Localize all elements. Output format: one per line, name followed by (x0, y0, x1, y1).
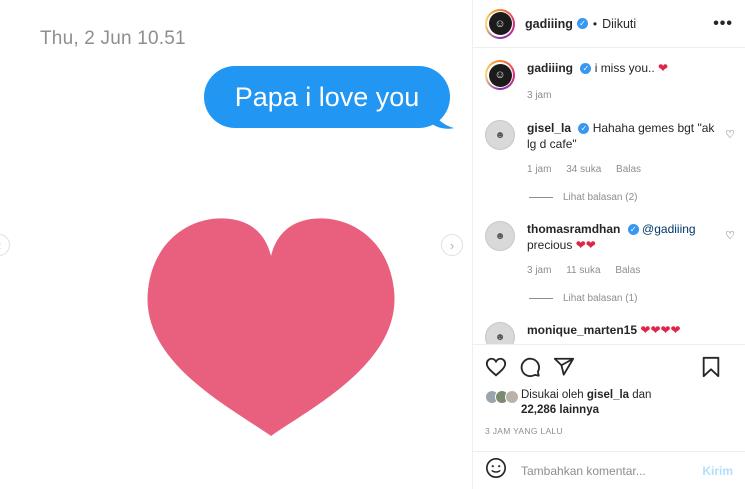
verified-icon: ✓ (576, 18, 588, 29)
comment-likes[interactable]: 34 suka (566, 164, 601, 175)
message-timestamp: Thu, 2 Jun 10.51 (40, 28, 186, 49)
likes-suffix: dan (632, 389, 652, 401)
separator-dot: • (592, 16, 598, 31)
verified-icon: ✓ (627, 224, 639, 236)
liker-avatars[interactable] (485, 390, 519, 404)
comment-likes[interactable]: 11 suka (566, 265, 600, 276)
action-bar (473, 344, 745, 388)
like-icon[interactable] (485, 356, 507, 378)
heart-emoji-icon: ❤ (658, 61, 669, 75)
comments-list[interactable]: ☺ gadiiing ✓ i miss you.. ❤ 3 jam ☻ gise… (473, 49, 745, 344)
comment-item: ☻ monique_marten15 ❤❤❤❤ (473, 322, 745, 344)
caption-time: 3 jam (527, 90, 552, 101)
next-button[interactable]: › (441, 234, 463, 256)
comment-time: 1 jam (527, 164, 552, 175)
reply-button[interactable]: Balas (615, 265, 640, 276)
post-header: ☺ gadiiing ✓ • Diikuti ••• (473, 0, 745, 48)
likes-summary: Disukai oleh gisel_la dan 22,286 lainnya (485, 388, 651, 418)
caption: ☺ gadiiing ✓ i miss you.. ❤ 3 jam (473, 49, 745, 104)
post-side-panel: ☺ gadiiing ✓ • Diikuti ••• ☺ gadiiing ✓ … (472, 0, 745, 489)
heart-emoji-icon: ❤❤ (575, 238, 596, 252)
likes-count[interactable]: 22,286 lainnya (521, 404, 599, 416)
caption-text: i miss you.. (594, 61, 655, 75)
comment-heart-icon[interactable]: ♡ (725, 128, 735, 141)
view-replies[interactable]: Lihat balasan (2) (529, 192, 745, 203)
avatar[interactable]: ☺ (485, 8, 515, 39)
view-replies[interactable]: Lihat balasan (1) (529, 293, 745, 304)
comment-username[interactable]: monique_marten15 (527, 323, 637, 337)
view-replies-label[interactable]: Lihat balasan (1) (563, 293, 638, 304)
commenter-avatar[interactable]: ☻ (485, 221, 515, 251)
add-comment-bar: Tambahkan komentar... Kirim (473, 451, 745, 489)
heart-emoji (147, 218, 395, 436)
post-date[interactable]: 3 JAM YANG LALU (485, 426, 563, 436)
bookmark-icon[interactable] (701, 356, 721, 378)
bubble-tail (430, 104, 454, 129)
share-icon[interactable] (553, 356, 575, 378)
comment-mention[interactable]: @gadiiing (642, 222, 696, 236)
emoji-icon[interactable] (485, 457, 507, 484)
following-button[interactable]: Diikuti (602, 17, 636, 31)
verified-icon: ✓ (578, 123, 590, 135)
comment-username[interactable]: thomasramdhan (527, 222, 620, 236)
comment-input[interactable]: Tambahkan komentar... (521, 464, 646, 478)
comment-username[interactable]: gisel_la (527, 121, 571, 135)
comment-icon[interactable] (519, 356, 541, 378)
commenter-avatar[interactable]: ☻ (485, 322, 515, 344)
comment-time: 3 jam (527, 265, 552, 276)
view-replies-label[interactable]: Lihat balasan (2) (563, 192, 638, 203)
caption-username[interactable]: gadiiing (527, 61, 573, 75)
likes-prefix: Disukai oleh (521, 389, 584, 401)
previous-button[interactable]: ‹ (0, 234, 10, 256)
reply-button[interactable]: Balas (616, 164, 641, 175)
verified-icon: ✓ (580, 63, 592, 75)
header-username[interactable]: gadiiing (525, 17, 573, 31)
comment-item: ☻ gisel_la ✓ Hahaha gemes bgt "ak lg d c… (473, 120, 745, 178)
caption-avatar[interactable]: ☺ (485, 60, 515, 90)
likes-user[interactable]: gisel_la (587, 389, 629, 401)
comment-item: ☻ thomasramdhan ✓ @gadiiing precious ❤❤ … (473, 221, 745, 279)
commenter-avatar[interactable]: ☻ (485, 120, 515, 150)
heart-emoji-icon: ❤❤❤❤ (640, 323, 681, 337)
comment-heart-icon[interactable]: ♡ (725, 229, 735, 242)
comment-text: precious (527, 238, 573, 252)
post-media: Thu, 2 Jun 10.51 Papa i love you ‹ › (0, 0, 472, 489)
more-options-icon[interactable]: ••• (713, 15, 733, 33)
message-bubble: Papa i love you (204, 66, 450, 128)
post-comment-button[interactable]: Kirim (702, 464, 733, 478)
